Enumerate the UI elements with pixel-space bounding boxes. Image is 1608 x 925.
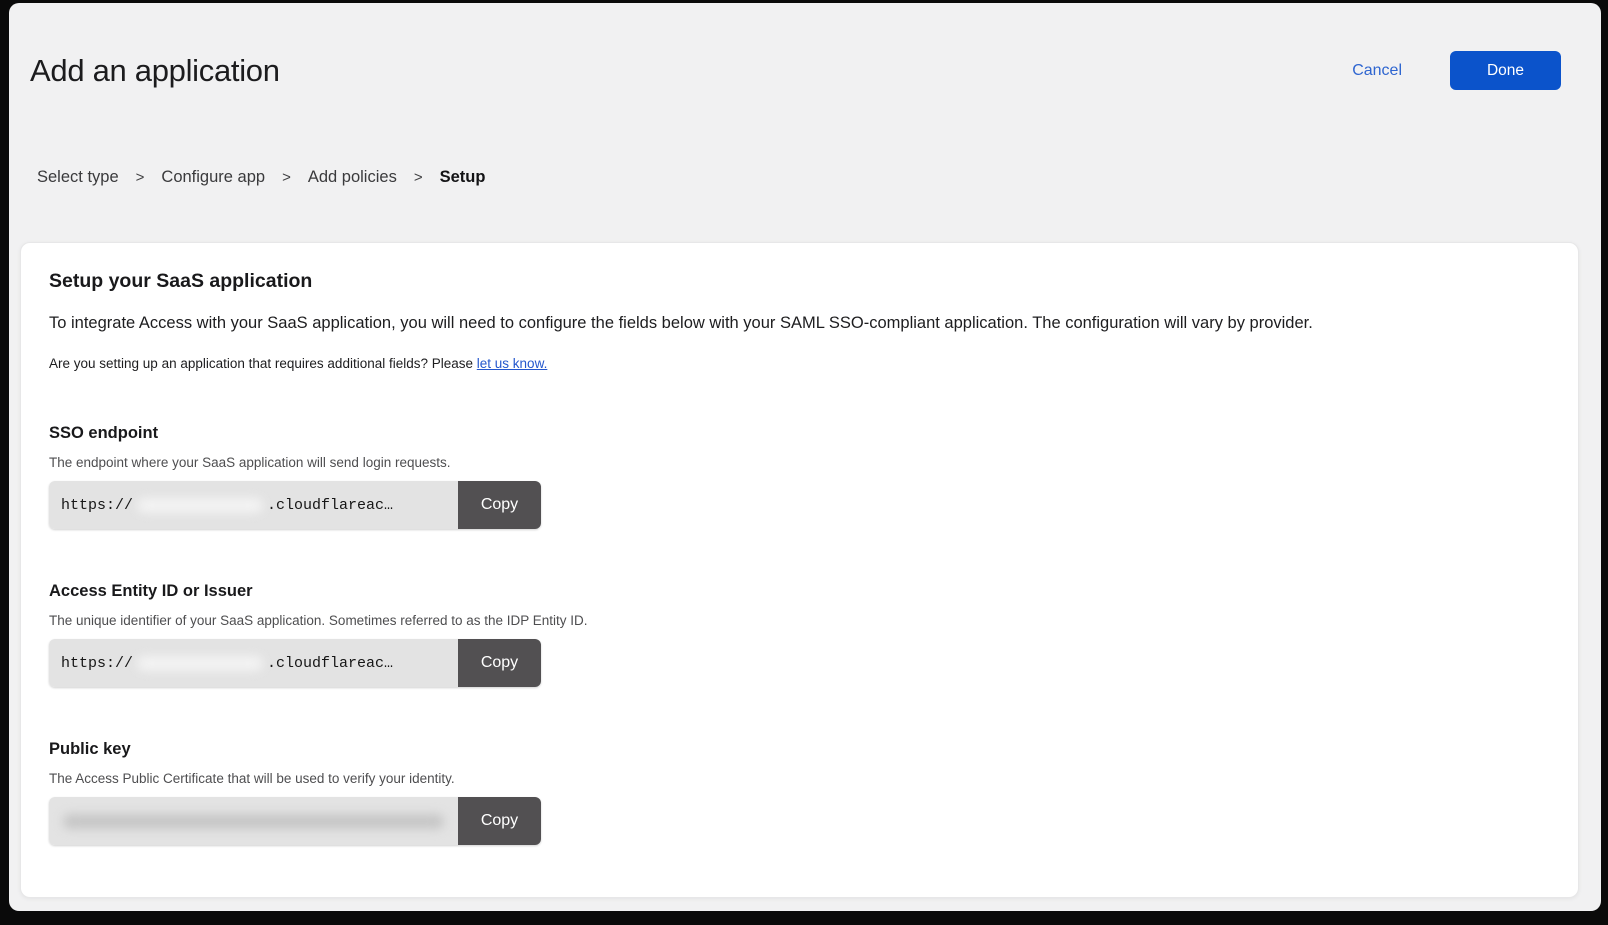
redacted-value — [137, 498, 263, 513]
breadcrumb-item-add-policies[interactable]: Add policies — [308, 168, 397, 187]
field-label: SSO endpoint — [49, 424, 1550, 443]
access-entity-id-value: https:// .cloudflareac… — [49, 639, 458, 687]
public-key-value-row: Copy — [49, 797, 541, 845]
redacted-value — [63, 814, 444, 829]
page-header: Add an application Cancel Done — [9, 3, 1601, 90]
field-sso-endpoint: SSO endpoint The endpoint where your Saa… — [49, 424, 1550, 529]
let-us-know-link[interactable]: let us know. — [477, 356, 548, 371]
value-suffix: .cloudflareac… — [267, 655, 393, 672]
additional-fields-note: Are you setting up an application that r… — [49, 356, 1550, 371]
sso-endpoint-value-row: https:// .cloudflareac… Copy — [49, 481, 541, 529]
value-prefix: https:// — [61, 655, 133, 672]
field-public-key: Public key The Access Public Certificate… — [49, 740, 1550, 845]
field-label: Public key — [49, 740, 1550, 759]
note-text: Are you setting up an application that r… — [49, 356, 477, 371]
chevron-separator-icon: > — [136, 169, 145, 186]
chevron-separator-icon: > — [414, 169, 423, 186]
breadcrumb-item-select-type[interactable]: Select type — [37, 168, 119, 187]
access-entity-id-value-row: https:// .cloudflareac… Copy — [49, 639, 541, 687]
page-title: Add an application — [30, 53, 280, 89]
header-actions: Cancel Done — [1346, 51, 1561, 90]
field-access-entity-id: Access Entity ID or Issuer The unique id… — [49, 582, 1550, 687]
field-description: The Access Public Certificate that will … — [49, 771, 1550, 786]
sso-endpoint-value: https:// .cloudflareac… — [49, 481, 458, 529]
redacted-value — [137, 656, 263, 671]
field-description: The unique identifier of your SaaS appli… — [49, 613, 1550, 628]
card-heading: Setup your SaaS application — [49, 270, 1550, 293]
value-prefix: https:// — [61, 497, 133, 514]
breadcrumb: Select type > Configure app > Add polici… — [37, 168, 1601, 187]
chevron-separator-icon: > — [282, 169, 291, 186]
public-key-value — [49, 797, 458, 845]
field-label: Access Entity ID or Issuer — [49, 582, 1550, 601]
app-window: Add an application Cancel Done Select ty… — [9, 3, 1601, 911]
cancel-button[interactable]: Cancel — [1346, 61, 1408, 81]
copy-button[interactable]: Copy — [458, 639, 541, 687]
value-suffix: .cloudflareac… — [267, 497, 393, 514]
copy-button[interactable]: Copy — [458, 481, 541, 529]
card-description: To integrate Access with your SaaS appli… — [49, 314, 1550, 333]
copy-button[interactable]: Copy — [458, 797, 541, 845]
done-button[interactable]: Done — [1450, 51, 1561, 90]
field-description: The endpoint where your SaaS application… — [49, 455, 1550, 470]
setup-card: Setup your SaaS application To integrate… — [20, 242, 1579, 898]
breadcrumb-item-setup[interactable]: Setup — [440, 168, 486, 187]
breadcrumb-item-configure-app[interactable]: Configure app — [161, 168, 265, 187]
